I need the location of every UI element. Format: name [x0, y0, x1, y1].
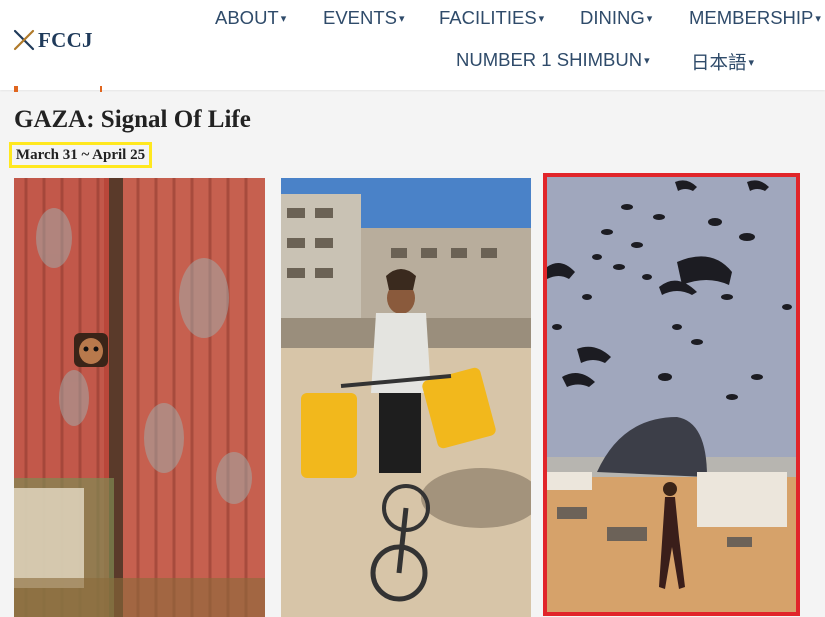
gallery-photo-bicycle-girl[interactable]: [281, 178, 531, 617]
nav-dining[interactable]: DINING ▾: [580, 7, 652, 29]
caret-down-icon: ▾: [644, 54, 650, 67]
caret-down-icon: ▾: [280, 12, 287, 25]
caret-down-icon: ▾: [399, 12, 405, 25]
photo-image: [547, 177, 796, 612]
site-header: FCCJ ABOUT ▾ EVENTS ▾ FACILITIES ▾ DINING ▾ …: [0, 0, 825, 90]
nav-events[interactable]: EVENTS ▾: [323, 7, 405, 29]
nav-japanese[interactable]: 日本語 ▾: [691, 49, 754, 75]
logo-text: FCCJ: [38, 27, 93, 52]
breadcrumb-accent: [14, 86, 18, 92]
caret-down-icon: ▾: [815, 12, 821, 25]
exhibition-dates: March 31 ~ April 25: [9, 142, 152, 168]
crossed-pens-icon: [13, 29, 35, 51]
nav-about[interactable]: ABOUT ▾: [215, 7, 286, 29]
breadcrumb-accent: [100, 86, 102, 92]
nav-label: DINING: [580, 7, 645, 28]
nav-label: NUMBER 1 SHIMBUN: [456, 49, 643, 70]
nav-label: 日本語: [691, 52, 747, 73]
nav-label: EVENTS: [323, 7, 398, 28]
caret-down-icon: ▾: [538, 12, 545, 25]
nav-label: ABOUT: [215, 7, 279, 28]
gallery-photo-airdrop[interactable]: [547, 177, 796, 612]
nav-label: FACILITIES: [439, 7, 537, 28]
caret-down-icon: ▾: [748, 56, 755, 69]
nav-membership[interactable]: MEMBERSHIP ▾: [689, 7, 821, 29]
nav-facilities[interactable]: FACILITIES ▾: [439, 7, 544, 29]
page-title: GAZA: Signal Of Life: [14, 106, 251, 133]
nav-number-1-shimbun[interactable]: NUMBER 1 SHIMBUN ▾: [456, 49, 650, 71]
caret-down-icon: ▾: [646, 12, 653, 25]
nav-label: MEMBERSHIP: [689, 7, 814, 28]
gallery-photo-rusted-wall[interactable]: [14, 178, 265, 617]
photo-image: [14, 178, 265, 617]
photo-image: [281, 178, 531, 617]
fccj-logo[interactable]: FCCJ: [12, 26, 93, 54]
